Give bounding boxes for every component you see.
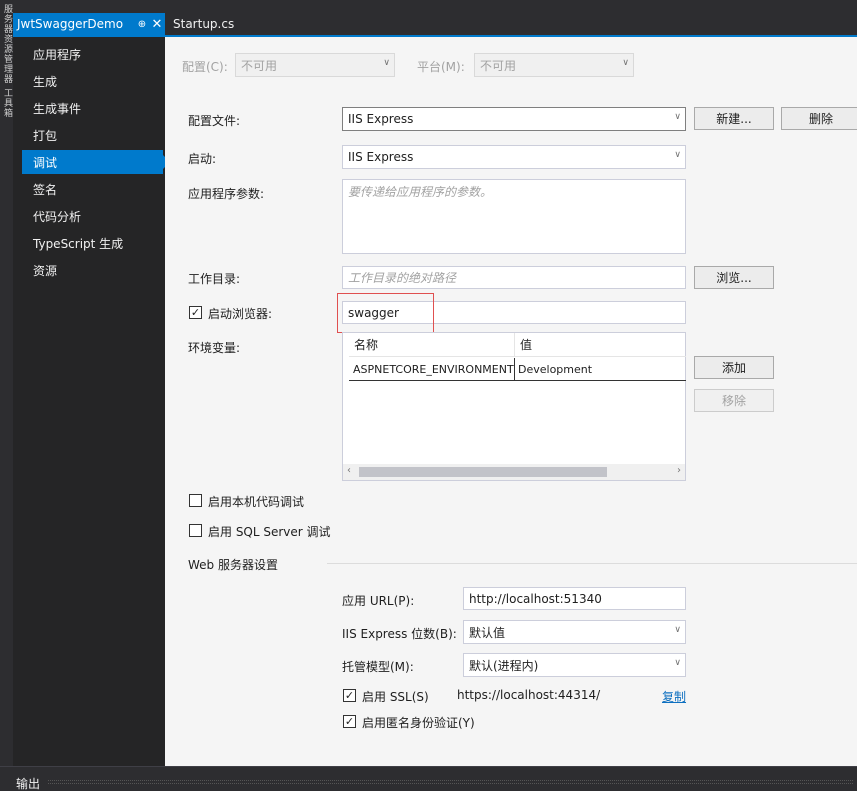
web-server-section-label: Web 服务器设置 — [188, 558, 278, 572]
chevron-down-icon: ∨ — [622, 58, 629, 68]
env-var-name-cell[interactable]: ASPNETCORE_ENVIRONMENT — [349, 358, 515, 380]
close-icon[interactable]: ✕ — [149, 17, 165, 32]
env-vars-label: 环境变量: — [188, 341, 241, 355]
copy-ssl-url-link[interactable]: 复制 — [662, 688, 686, 705]
ssl-url: https://localhost:44314/ — [457, 688, 601, 702]
output-tab-label[interactable]: 输出 — [16, 775, 40, 791]
config-value: 不可用 — [241, 58, 278, 73]
column-header-name[interactable]: 名称 — [349, 333, 515, 356]
toolbox-strip-label: 服务器资源管理器 工具箱 — [2, 4, 12, 118]
nav-item-build[interactable]: 生成 — [22, 69, 163, 93]
nav-item-application[interactable]: 应用程序 — [22, 42, 163, 66]
config-label: 配置(C): — [182, 60, 228, 74]
chevron-down-icon: ∨ — [383, 58, 390, 68]
tab-jwtswaggerdemo[interactable]: JwtSwaggerDemo ⊕ ✕ — [13, 13, 165, 35]
chevron-down-icon: ∨ — [674, 112, 681, 122]
env-grid-header: 名称 值 — [349, 333, 686, 357]
chevron-down-icon: ∨ — [674, 658, 681, 668]
tab-label: Startup.cs — [173, 17, 235, 31]
hosting-model-dropdown[interactable]: 默认(进程内) ∨ — [463, 653, 686, 677]
table-row[interactable]: ASPNETCORE_ENVIRONMENT Development — [349, 358, 686, 381]
new-profile-button[interactable]: 新建... — [694, 107, 774, 130]
sql-debug-label: 启用 SQL Server 调试 — [208, 525, 331, 539]
tab-startup-cs[interactable]: Startup.cs — [168, 13, 234, 35]
app-args-placeholder: 要传递给应用程序的参数。 — [348, 185, 493, 199]
delete-profile-button[interactable]: 删除 — [781, 107, 857, 130]
platform-label: 平台(M): — [417, 60, 465, 74]
toolbox-strip[interactable]: 服务器资源管理器 工具箱 — [0, 0, 13, 766]
working-dir-placeholder: 工作目录的绝对路径 — [348, 271, 457, 285]
bitness-value: 默认值 — [469, 625, 506, 640]
bitness-label: IIS Express 位数(B): — [342, 627, 457, 641]
enable-ssl-checkbox[interactable]: ✓ — [343, 689, 356, 702]
nav-item-typescript-build[interactable]: TypeScript 生成 — [22, 231, 163, 255]
add-env-var-button[interactable]: 添加 — [694, 356, 774, 379]
app-url-input[interactable]: http://localhost:51340 — [463, 587, 686, 610]
browse-button[interactable]: 浏览... — [694, 266, 774, 289]
app-url-value: http://localhost:51340 — [469, 591, 602, 606]
anonymous-auth-checkbox[interactable]: ✓ — [343, 715, 356, 728]
panel-grip[interactable] — [48, 780, 853, 784]
remove-env-var-button[interactable]: 移除 — [694, 389, 774, 412]
anonymous-auth-label: 启用匿名身份验证(Y) — [362, 716, 475, 730]
highlight-annotation — [337, 293, 434, 333]
app-url-label: 应用 URL(P): — [342, 594, 415, 608]
profile-value: IIS Express — [348, 112, 414, 126]
platform-value: 不可用 — [480, 58, 517, 73]
app-args-label: 应用程序参数: — [188, 187, 265, 201]
native-debug-label: 启用本机代码调试 — [208, 495, 305, 509]
pin-icon[interactable]: ⊕ — [135, 19, 149, 30]
nav-item-signing[interactable]: 签名 — [22, 177, 163, 201]
launch-browser-checkbox[interactable]: ✓ — [189, 306, 202, 319]
nav-item-debug[interactable]: 调试 — [22, 150, 170, 174]
env-vars-grid[interactable]: 名称 值 ASPNETCORE_ENVIRONMENT Development … — [342, 332, 686, 481]
profile-dropdown[interactable]: IIS Express ∨ — [342, 107, 686, 131]
app-args-input[interactable]: 要传递给应用程序的参数。 — [342, 179, 686, 254]
nav-item-resources[interactable]: 资源 — [22, 258, 163, 282]
scroll-left-icon[interactable]: ‹ — [347, 465, 351, 476]
scroll-right-icon[interactable]: › — [677, 465, 681, 476]
tab-label: JwtSwaggerDemo — [17, 17, 124, 31]
working-dir-input[interactable]: 工作目录的绝对路径 — [342, 266, 686, 289]
chevron-down-icon: ∨ — [674, 625, 681, 635]
hosting-model-value: 默认(进程内) — [469, 658, 539, 673]
output-panel-bar[interactable]: 输出 — [0, 766, 857, 791]
profile-label: 配置文件: — [188, 114, 241, 128]
section-divider — [327, 563, 857, 564]
launch-label: 启动: — [188, 152, 217, 166]
column-header-value[interactable]: 值 — [515, 333, 686, 356]
chevron-down-icon: ∨ — [674, 150, 681, 160]
launch-dropdown[interactable]: IIS Express ∨ — [342, 145, 686, 169]
hosting-model-label: 托管模型(M): — [342, 660, 414, 674]
env-var-value-cell[interactable]: Development — [515, 358, 686, 380]
platform-dropdown[interactable]: 不可用 ∨ — [474, 53, 634, 77]
debug-settings-panel: 配置(C): 不可用 ∨ 平台(M): 不可用 ∨ 配置文件: IIS Expr… — [165, 37, 857, 766]
nav-item-code-analysis[interactable]: 代码分析 — [22, 204, 163, 228]
launch-value: IIS Express — [348, 150, 414, 164]
bitness-dropdown[interactable]: 默认值 ∨ — [463, 620, 686, 644]
sql-debug-checkbox[interactable] — [189, 524, 202, 537]
horizontal-scrollbar[interactable]: ‹ › — [343, 464, 685, 480]
nav-item-package[interactable]: 打包 — [22, 123, 163, 147]
scrollbar-thumb[interactable] — [359, 467, 607, 477]
property-page-nav: 应用程序 生成 生成事件 打包 调试 签名 代码分析 TypeScript 生成… — [13, 37, 170, 766]
launch-browser-label: 启动浏览器: — [208, 307, 273, 321]
enable-ssl-label: 启用 SSL(S) — [362, 690, 429, 704]
config-dropdown[interactable]: 不可用 ∨ — [235, 53, 395, 77]
native-debug-checkbox[interactable] — [189, 494, 202, 507]
nav-item-build-events[interactable]: 生成事件 — [22, 96, 163, 120]
working-dir-label: 工作目录: — [188, 272, 241, 286]
